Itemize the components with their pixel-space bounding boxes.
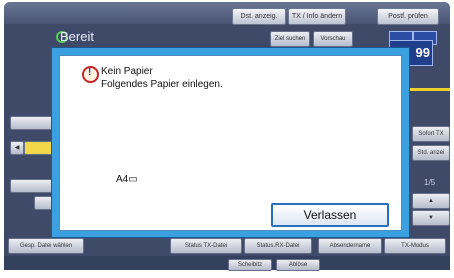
alert-icon bbox=[82, 66, 99, 83]
tx-file-status-button[interactable]: Status TX-Datei bbox=[170, 238, 242, 254]
alert-message: Folgendes Papier einlegen. bbox=[101, 79, 223, 90]
left-option-button[interactable] bbox=[10, 179, 56, 193]
preview-button[interactable]: Vorschau bbox=[313, 31, 353, 47]
change-tx-info-button[interactable]: TX / Info ändern bbox=[288, 8, 346, 25]
show-destination-button[interactable]: Dst. anzeig. bbox=[232, 8, 286, 25]
select-stored-file-button[interactable]: Gesp. Datei wählen bbox=[8, 238, 84, 254]
standard-display-button[interactable]: Std. anzei bbox=[412, 145, 450, 161]
left-arrow-button[interactable]: ◀ bbox=[10, 141, 24, 155]
sender-name-button[interactable]: Absendername bbox=[318, 238, 382, 254]
scroll-down-button[interactable]: ▼ bbox=[412, 210, 450, 226]
paper-size-label: A4▭ bbox=[116, 174, 138, 185]
immediate-tx-button[interactable]: Sofort TX bbox=[412, 126, 450, 142]
alert-title: Kein Papier bbox=[101, 66, 153, 77]
screen: Dst. anzeig. TX / Info ändern Postf. prü… bbox=[0, 0, 454, 278]
exit-button[interactable]: Verlassen bbox=[271, 203, 389, 227]
page-indicator: 1/5 bbox=[424, 178, 436, 187]
footer-bar bbox=[4, 256, 450, 270]
footer-button-1[interactable]: Scheibitz bbox=[228, 259, 272, 271]
scroll-up-button[interactable]: ▲ bbox=[412, 193, 450, 209]
search-destination-button[interactable]: Ziel suchen bbox=[270, 31, 310, 47]
status-text: Bereit bbox=[60, 29, 94, 44]
footer-button-2[interactable]: Ablöse bbox=[276, 259, 320, 271]
rx-file-status-button[interactable]: Status.RX-Datei bbox=[244, 238, 312, 254]
left-tab-button[interactable] bbox=[10, 116, 56, 130]
check-mailbox-button[interactable]: Postf. prüfen bbox=[377, 8, 439, 25]
tx-mode-button[interactable]: TX-Modus bbox=[384, 238, 446, 254]
